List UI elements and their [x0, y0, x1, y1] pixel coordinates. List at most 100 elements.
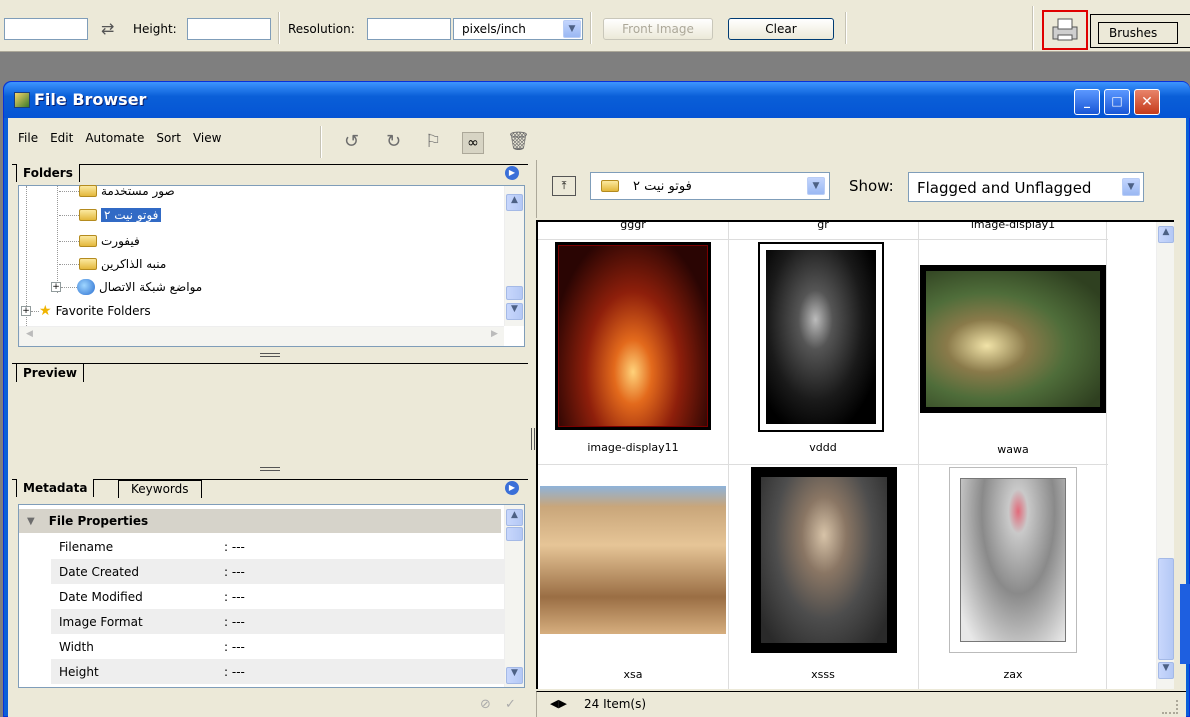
expand-plus-icon[interactable]: +	[21, 306, 31, 316]
folders-hscrollbar[interactable]: ◀ ▶	[19, 326, 504, 346]
chevron-down-icon[interactable]: ▼	[807, 177, 825, 195]
sunset-photo	[558, 245, 708, 427]
minimize-button[interactable]: _	[1074, 89, 1100, 115]
pane-splitter[interactable]	[531, 428, 535, 450]
scroll-up-button[interactable]: ▲	[1158, 226, 1174, 243]
metadata-row: Filename: ---	[51, 534, 519, 559]
rotate-ccw-icon[interactable]: ↺	[344, 130, 359, 154]
menu-view[interactable]: View	[187, 131, 227, 151]
metadata-vscrollbar[interactable]: ▲ ▼	[504, 505, 524, 687]
check-icon[interactable]: ✓	[505, 697, 516, 712]
palette-well-button[interactable]	[1042, 10, 1088, 50]
thumbnail-image-display11[interactable]	[555, 242, 711, 430]
tree-item-3[interactable]: فيفورت	[59, 230, 140, 252]
folders-vscrollbar[interactable]: ▲ ▼	[504, 186, 524, 326]
brushes-tab[interactable]: Brushes	[1098, 22, 1178, 44]
front-image-button[interactable]: Front Image	[603, 18, 713, 40]
tree-item-2-selected[interactable]: فوتو نيت ٢	[59, 204, 162, 226]
app-icon	[14, 92, 30, 108]
thumbnails-vscrollbar[interactable]: ▲ ▼	[1156, 222, 1174, 689]
maximize-button[interactable]: □	[1104, 89, 1130, 115]
show-filter-value: Flagged and Unflagged	[917, 179, 1092, 197]
separator	[1032, 6, 1034, 50]
tree-item-5[interactable]: + مواضع شبكة الاتصال	[51, 276, 202, 298]
menu-automate[interactable]: Automate	[79, 131, 150, 151]
scroll-down-button[interactable]: ▼	[506, 303, 523, 320]
flag-icon[interactable]: ⚐	[425, 130, 441, 154]
options-bar	[0, 0, 1190, 52]
scroll-thumb[interactable]	[506, 286, 523, 300]
butterfly-photo	[926, 271, 1100, 407]
metadata-row: Date Created: ---	[51, 559, 519, 584]
close-button[interactable]: ✕	[1134, 89, 1160, 115]
scroll-up-button[interactable]: ▲	[506, 194, 523, 211]
thumbnail-wawa[interactable]	[920, 265, 1106, 413]
chevron-down-icon[interactable]: ▼	[563, 20, 581, 38]
panel-menu-button[interactable]: ▶	[505, 481, 519, 495]
thumbnail-caption-partial: gggr	[620, 220, 646, 231]
menu-sort[interactable]: Sort	[150, 131, 187, 151]
chevron-down-icon[interactable]: ▼	[1122, 178, 1140, 196]
collapse-triangle-icon[interactable]: ▼	[27, 516, 35, 527]
panel-menu-button[interactable]: ▶	[505, 166, 519, 180]
preview-panel	[12, 363, 528, 466]
resolution-field[interactable]	[367, 18, 451, 40]
tree-item-favorites[interactable]: + ★ Favorite Folders	[21, 300, 151, 322]
tree-connector	[59, 240, 79, 242]
thumbnail-zax[interactable]	[949, 467, 1077, 653]
tree-item-4[interactable]: منبه الذاكرين	[59, 253, 166, 275]
trash-icon[interactable]: 🗑	[507, 130, 530, 154]
tree-connector	[61, 286, 77, 288]
rotate-cw-icon[interactable]: ↻	[386, 130, 401, 154]
thumbnail-vddd[interactable]	[758, 242, 884, 432]
scroll-left-button[interactable]: ◀	[21, 329, 38, 345]
metadata-list: ▼ File Properties Filename: --- Date Cre…	[18, 504, 525, 688]
height-field[interactable]	[187, 18, 271, 40]
scroll-down-button[interactable]: ▼	[506, 667, 523, 684]
menu-edit[interactable]: Edit	[44, 131, 79, 151]
menu-file[interactable]: File	[16, 131, 44, 151]
thumbnail-caption: image-display11	[587, 441, 679, 454]
scroll-thumb[interactable]	[1158, 558, 1174, 660]
thumbnail-caption: xsa	[623, 668, 643, 681]
scroll-right-button[interactable]: ▶	[486, 329, 503, 345]
scroll-thumb[interactable]	[506, 527, 523, 541]
metadata-tab[interactable]: Metadata	[16, 479, 95, 497]
swap-icon[interactable]: ⇄	[101, 19, 114, 38]
tree-item-1[interactable]: صور مستخدمة	[59, 180, 175, 202]
cell-divider	[728, 222, 729, 689]
thumbnail-xsss[interactable]	[751, 467, 897, 653]
thumbnail-caption: vddd	[809, 441, 837, 454]
clear-button[interactable]: Clear	[728, 18, 834, 40]
expand-plus-icon[interactable]: +	[51, 282, 61, 292]
folder-icon	[79, 258, 97, 270]
thumbnail-caption: zax	[1003, 668, 1023, 681]
show-label: Show:	[849, 177, 894, 195]
splitter-grip[interactable]	[260, 467, 280, 471]
tree-connector	[59, 214, 79, 216]
show-filter-select[interactable]: Flagged and Unflagged ▼	[908, 172, 1144, 202]
location-select[interactable]: فوتو نيت ٢ ▼	[590, 172, 830, 200]
width-field[interactable]	[4, 18, 88, 40]
thumbnail-caption-partial: gr	[817, 220, 829, 231]
no-entry-icon[interactable]: ⊘	[480, 697, 491, 712]
scroll-up-button[interactable]: ▲	[506, 509, 523, 526]
resolution-unit-select[interactable]: pixels/inch ▼	[453, 18, 583, 40]
thumbnail-caption: wawa	[997, 443, 1029, 456]
metadata-section-header[interactable]: ▼ File Properties	[19, 509, 501, 533]
row-divider	[538, 464, 1108, 465]
thumbnail-caption-partial: image-display1	[970, 220, 1056, 231]
item-count: 24 Item(s)	[584, 697, 647, 711]
splitter-grip[interactable]	[260, 353, 280, 357]
keywords-tab[interactable]: Keywords	[118, 480, 202, 498]
thumbnail-grid: gggr gr image-display1 image-display11 v…	[536, 220, 1174, 689]
title-bar[interactable]	[4, 82, 1190, 118]
tree-connector	[31, 310, 39, 312]
preview-tab[interactable]: Preview	[16, 364, 85, 382]
thumbnail-xsa[interactable]	[540, 486, 726, 634]
resize-grip-icon[interactable]	[1162, 700, 1178, 714]
toggle-panes-icon[interactable]: ◀▶	[550, 697, 567, 710]
up-folder-button[interactable]: ⤒	[552, 176, 576, 196]
scroll-down-button[interactable]: ▼	[1158, 662, 1174, 679]
search-binoculars-icon[interactable]: ∞	[462, 132, 484, 154]
